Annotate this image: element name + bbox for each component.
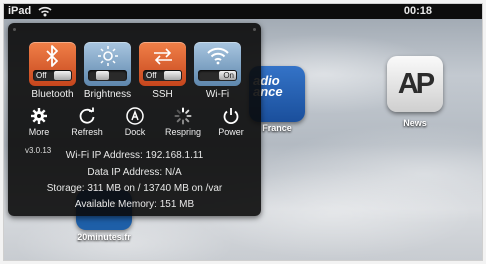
panel-grip bbox=[253, 28, 256, 31]
switch-state: Off bbox=[36, 71, 47, 80]
app-ap-news[interactable]: AP News bbox=[387, 56, 443, 128]
action-label: Dock bbox=[124, 127, 146, 137]
refresh-icon bbox=[79, 107, 95, 124]
app-label: News bbox=[403, 118, 427, 128]
ap-logo: AP bbox=[387, 56, 443, 112]
toggle-tile: On bbox=[194, 42, 241, 86]
panel-grip bbox=[13, 28, 16, 31]
more-button[interactable]: More bbox=[19, 107, 59, 141]
arrows-icon bbox=[154, 48, 172, 65]
toggle-switch[interactable]: Off bbox=[143, 70, 182, 81]
screenshot-frame: iPad 00:18 adio ance France AP News minu… bbox=[3, 3, 483, 261]
toggle-brightness[interactable]: Brightness bbox=[84, 42, 131, 107]
toggle-tile: Off bbox=[29, 42, 76, 86]
dock-button[interactable]: Dock bbox=[115, 107, 155, 141]
bluetooth-icon bbox=[46, 45, 58, 67]
gear-icon bbox=[31, 108, 47, 124]
refresh-button[interactable]: Refresh bbox=[67, 107, 107, 141]
toggle-ssh[interactable]: Off SSH bbox=[139, 42, 186, 107]
wifi-ip-address: Wi-Fi IP Address: 192.168.1.11 bbox=[65, 150, 204, 161]
switch-state: On bbox=[223, 71, 234, 80]
status-bar: iPad 00:18 bbox=[4, 4, 482, 19]
toggle-wifi[interactable]: On Wi-Fi bbox=[194, 42, 241, 107]
switch-state: Off bbox=[146, 71, 157, 80]
available-memory: Available Memory: 151 MB bbox=[74, 199, 195, 210]
status-time: 00:18 bbox=[403, 5, 432, 17]
action-label: More bbox=[28, 127, 50, 137]
toggle-label: Brightness bbox=[83, 89, 132, 100]
slider-knob[interactable] bbox=[96, 71, 109, 80]
sun-icon bbox=[98, 46, 118, 66]
action-label: Power bbox=[218, 127, 244, 137]
power-button[interactable]: Power bbox=[211, 107, 251, 141]
toggle-label: Bluetooth bbox=[31, 89, 74, 100]
data-ip-address: Data IP Address: N/A bbox=[87, 167, 182, 178]
toggle-switch[interactable]: Off bbox=[33, 70, 72, 81]
sbsettings-panel: Off Bluetooth Brightness Off SSH On Wi-F… bbox=[8, 23, 261, 216]
app-label: 20minutes.fr bbox=[77, 232, 131, 242]
toggle-tile bbox=[84, 42, 131, 86]
action-label: Respring bbox=[164, 127, 202, 137]
spinner-icon bbox=[174, 107, 192, 125]
storage-info: Storage: 311 MB on / 13740 MB on /var bbox=[46, 183, 223, 194]
device-name: iPad bbox=[8, 5, 32, 17]
brightness-slider[interactable] bbox=[88, 70, 127, 81]
power-icon bbox=[223, 108, 239, 125]
toggle-switch[interactable]: On bbox=[198, 70, 237, 81]
app-store-icon bbox=[126, 107, 144, 125]
wifi-icon bbox=[207, 47, 229, 65]
action-label: Refresh bbox=[71, 127, 103, 137]
toggle-label: Wi-Fi bbox=[205, 89, 230, 100]
wifi-signal-icon bbox=[38, 6, 52, 17]
switch-knob bbox=[54, 71, 71, 80]
toggle-label: SSH bbox=[152, 89, 173, 100]
respring-button[interactable]: Respring bbox=[163, 107, 203, 141]
toggle-bluetooth[interactable]: Off Bluetooth bbox=[29, 42, 76, 107]
toggle-tile: Off bbox=[139, 42, 186, 86]
switch-knob bbox=[164, 71, 181, 80]
